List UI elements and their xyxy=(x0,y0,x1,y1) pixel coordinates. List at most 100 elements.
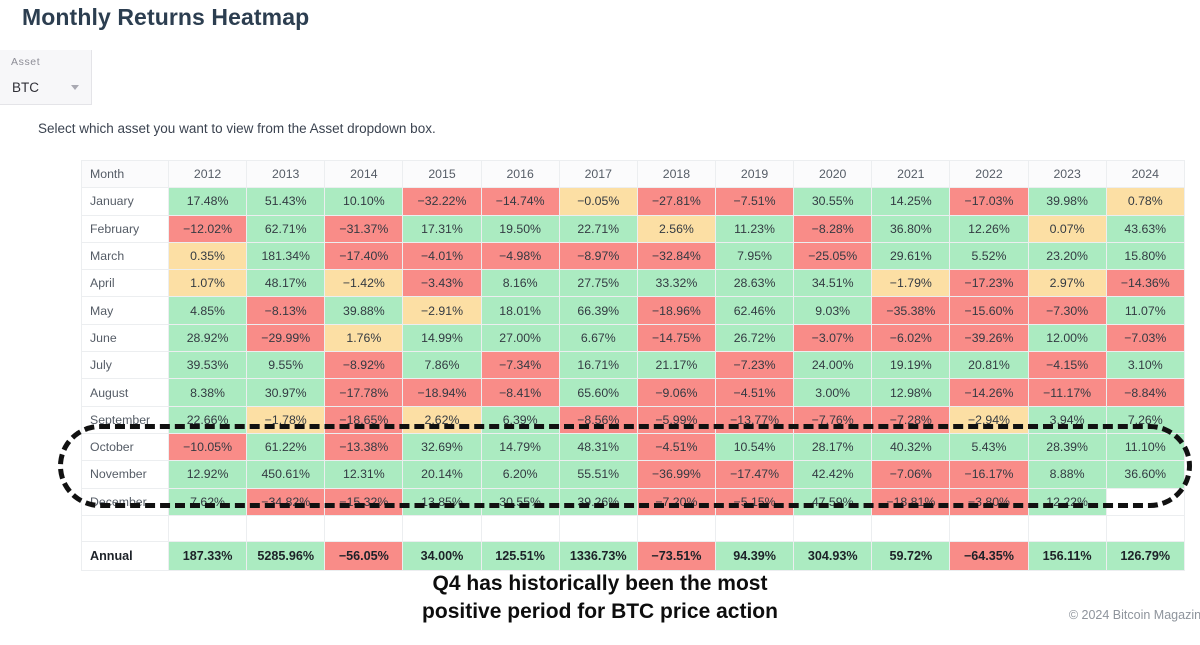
heatmap-cell: 42.42% xyxy=(793,460,873,489)
heatmap-cell: −3.07% xyxy=(793,323,873,353)
annual-cell: 5285.96% xyxy=(246,540,326,571)
heatmap-cell: −27.81% xyxy=(636,187,716,216)
heatmap-cell: 18.01% xyxy=(480,296,560,325)
heatmap-cell: 2.62% xyxy=(402,405,482,434)
annual-cell: 94.39% xyxy=(714,540,795,571)
heatmap-cell: 39.53% xyxy=(167,351,248,380)
row-header-month: May xyxy=(81,296,169,325)
heatmap-cell: −35.38% xyxy=(871,296,951,325)
row-header-month: November xyxy=(81,460,169,489)
heatmap-cell: 28.92% xyxy=(167,323,248,353)
heatmap-cell: −32.84% xyxy=(636,241,716,271)
helper-text: Select which asset you want to view from… xyxy=(38,121,436,136)
heatmap-cell: 19.19% xyxy=(871,351,951,380)
annual-cell: −73.51% xyxy=(636,540,716,571)
annual-cell: −56.05% xyxy=(324,540,404,571)
heatmap-cell: −39.26% xyxy=(949,323,1029,353)
heatmap-cell: 65.60% xyxy=(558,378,638,407)
heatmap-cell: 33.32% xyxy=(636,269,716,298)
heatmap-cell: 12.98% xyxy=(871,378,951,407)
row-header-month: October xyxy=(81,432,169,462)
asset-dropdown[interactable]: BTC xyxy=(8,75,86,99)
heatmap-cell: −12.02% xyxy=(167,214,248,243)
heatmap-cell: 15.80% xyxy=(1105,241,1185,271)
heatmap-table-container: Month 2012 2013 2014 2015 2016 2017 2018 2019 202… xyxy=(81,159,1185,571)
column-header-year: 2018 xyxy=(636,159,716,189)
spacer-cell xyxy=(714,514,795,542)
heatmap-cell: 24.00% xyxy=(793,351,873,380)
heatmap-cell: 11.10% xyxy=(1105,432,1185,462)
heatmap-cell: 28.63% xyxy=(714,269,795,298)
heatmap-cell: 29.61% xyxy=(871,241,951,271)
heatmap-cell: −2.94% xyxy=(949,405,1029,434)
heatmap-cell: 20.81% xyxy=(949,351,1029,380)
spacer-cell xyxy=(324,514,404,542)
page-title: Monthly Returns Heatmap xyxy=(22,4,310,30)
heatmap-cell: 30.55% xyxy=(793,187,873,216)
table-row: February −12.02% 62.71% −31.37% 17.31% 19.50%… xyxy=(81,214,1185,243)
heatmap-cell: −18.94% xyxy=(402,378,482,407)
heatmap-cell: 13.85% xyxy=(402,487,482,516)
row-header-month: January xyxy=(81,187,169,216)
annual-cell: 1336.73% xyxy=(558,540,638,571)
heatmap-cell: −5.15% xyxy=(714,487,795,516)
table-row: April 1.07% 48.17% −1.42% −3.43% 8.16% 27.75% 3… xyxy=(81,269,1185,298)
heatmap-cell: −5.99% xyxy=(636,405,716,434)
heatmap-cell: 5.43% xyxy=(949,432,1029,462)
caption-line-1: Q4 has historically been the most xyxy=(432,572,768,595)
spacer-cell xyxy=(949,514,1029,542)
heatmap-cell: −4.98% xyxy=(480,241,560,271)
heatmap-cell: 6.67% xyxy=(558,323,638,353)
row-header-month: February xyxy=(81,214,169,243)
annual-cell: 125.51% xyxy=(480,540,560,571)
heatmap-cell: 12.92% xyxy=(167,460,248,489)
heatmap-cell: −15.60% xyxy=(949,296,1029,325)
column-header-year: 2024 xyxy=(1105,159,1185,189)
heatmap-cell: 51.43% xyxy=(246,187,326,216)
spacer-cell xyxy=(636,514,716,542)
spacer-cell xyxy=(871,514,951,542)
heatmap-cell: −4.51% xyxy=(636,432,716,462)
column-header-year: 2019 xyxy=(714,159,795,189)
heatmap-cell: 9.03% xyxy=(793,296,873,325)
heatmap-cell: 14.25% xyxy=(871,187,951,216)
heatmap-cell: −17.03% xyxy=(949,187,1029,216)
annual-cell: 304.93% xyxy=(793,540,873,571)
spacer-cell xyxy=(402,514,482,542)
column-header-year: 2023 xyxy=(1027,159,1107,189)
heatmap-cell: −7.30% xyxy=(1027,296,1107,325)
heatmap-cell: 21.17% xyxy=(636,351,716,380)
table-body: January 17.48% 51.43% 10.10% −32.22% −14.74% −… xyxy=(81,187,1185,571)
heatmap-cell: −17.23% xyxy=(949,269,1029,298)
heatmap-cell: 11.07% xyxy=(1105,296,1185,325)
heatmap-cell: 10.10% xyxy=(324,187,404,216)
heatmap-cell: −36.99% xyxy=(636,460,716,489)
heatmap-cell: −9.06% xyxy=(636,378,716,407)
heatmap-cell: 7.62% xyxy=(167,487,248,516)
heatmap-cell: −7.20% xyxy=(636,487,716,516)
heatmap-cell: 0.35% xyxy=(167,241,248,271)
spacer-cell xyxy=(167,514,248,542)
heatmap-cell: 7.95% xyxy=(714,241,795,271)
copyright-notice: © 2024 Bitcoin Magazine xyxy=(1068,608,1200,622)
heatmap-cell: −1.79% xyxy=(871,269,951,298)
heatmap-cell: 28.39% xyxy=(1027,432,1107,462)
table-row: October −10.05% 61.22% −13.38% 32.69% 14.79% 4… xyxy=(81,432,1185,462)
heatmap-cell: 8.16% xyxy=(480,269,560,298)
heatmap-cell: −7.76% xyxy=(793,405,873,434)
table-row: December 7.62% −34.82% −15.32% 13.85% 30.55% 3… xyxy=(81,487,1185,516)
heatmap-cell: 14.79% xyxy=(480,432,560,462)
table-row: March 0.35% 181.34% −17.40% −4.01% −4.98% −8.9… xyxy=(81,241,1185,271)
heatmap-cell: 8.88% xyxy=(1027,460,1107,489)
heatmap-cell: 450.61% xyxy=(246,460,326,489)
heatmap-cell: −17.40% xyxy=(324,241,404,271)
heatmap-cell: −8.92% xyxy=(324,351,404,380)
heatmap-cell: 11.23% xyxy=(714,214,795,243)
heatmap-cell: 40.32% xyxy=(871,432,951,462)
heatmap-cell: −16.17% xyxy=(949,460,1029,489)
heatmap-cell: 19.50% xyxy=(480,214,560,243)
heatmap-cell: 39.26% xyxy=(558,487,638,516)
heatmap-cell: −1.78% xyxy=(246,405,326,434)
row-header-month: April xyxy=(81,269,169,298)
heatmap-cell: −18.65% xyxy=(324,405,404,434)
